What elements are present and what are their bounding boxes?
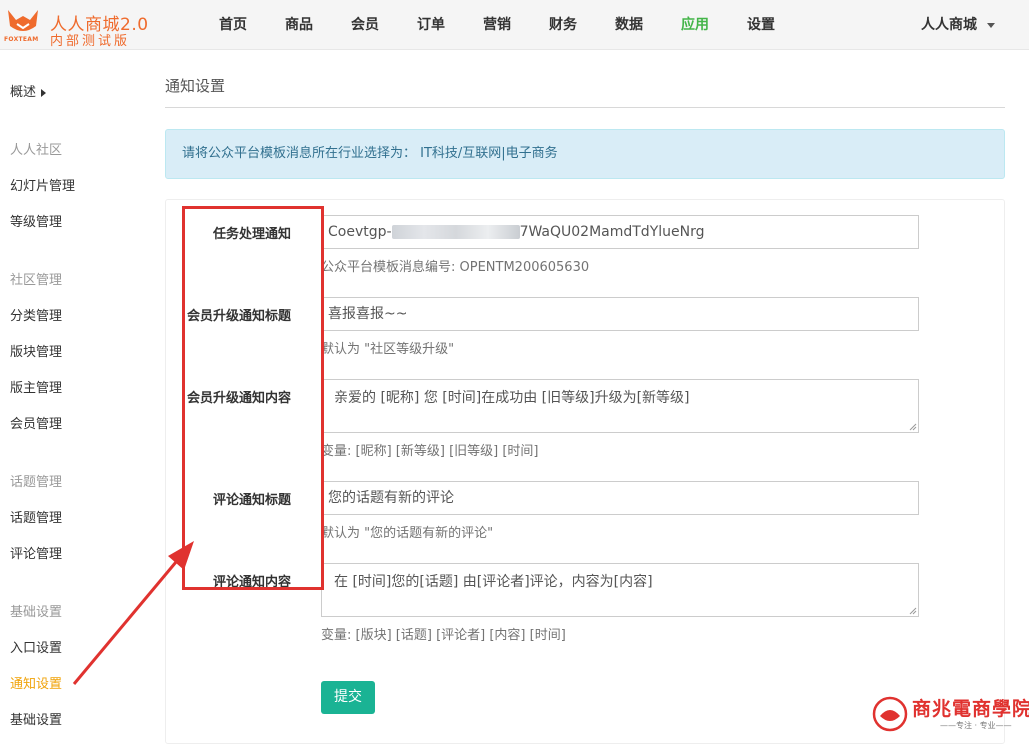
- upgrade-title-help: 默认为 "社区等级升级": [321, 342, 455, 357]
- chevron-down-icon: [987, 22, 995, 28]
- nav-item-apps[interactable]: 应用: [662, 0, 728, 50]
- caret-right-icon: [41, 88, 47, 97]
- sidebar-item-levels[interactable]: 等级管理: [10, 211, 62, 230]
- sidebar-item-slides[interactable]: 幻灯片管理: [10, 175, 75, 194]
- upgrade-content-help: 变量: [昵称] [新等级] [旧等级] [时间]: [321, 444, 539, 459]
- nav-item-goods[interactable]: 商品: [266, 0, 332, 50]
- task-notify-value-suffix: 7WaQU02MamdTdYlueNrg: [519, 224, 705, 240]
- nav-item-data[interactable]: 数据: [596, 0, 662, 50]
- nav-item-finance[interactable]: 财务: [530, 0, 596, 50]
- comment-content-value: 在 [时间]您的[话题] 由[评论者]评论，内容为[内容]: [334, 574, 653, 590]
- nav-item-marketing[interactable]: 营销: [464, 0, 530, 50]
- nav-item-settings[interactable]: 设置: [728, 0, 794, 50]
- sidebar-item-label: 概述: [10, 85, 37, 100]
- top-navbar: 人人商城2.0 内部测试版 FOXTEAM 首页 商品 会员 订单 营销 财务 …: [0, 0, 1029, 50]
- sidebar-item-notify[interactable]: 通知设置: [10, 673, 62, 692]
- sidebar-item-moderators[interactable]: 版主管理: [10, 377, 62, 396]
- resize-handle-icon[interactable]: [909, 607, 917, 615]
- sidebar-group-community-manage: 社区管理: [10, 273, 63, 288]
- upgrade-content-textarea[interactable]: 亲爱的 [昵称] 您 [时间]在成功由 [旧等级]升级为[新等级]: [321, 379, 919, 433]
- sidebar-item-overview[interactable]: 概述: [10, 81, 47, 100]
- sidebar-item-comments[interactable]: 评论管理: [10, 543, 62, 562]
- task-notify-value-prefix: Coevtgp-: [328, 224, 392, 240]
- sidebar-group-topics: 话题管理: [10, 475, 63, 490]
- sidebar-item-boards[interactable]: 版块管理: [10, 341, 62, 360]
- main-nav: 首页 商品 会员 订单 营销 财务 数据 应用 设置: [200, 0, 794, 50]
- annotation-highlight-box: [182, 206, 324, 590]
- sidebar-group-basic: 基础设置: [10, 605, 63, 620]
- nav-item-home[interactable]: 首页: [200, 0, 266, 50]
- info-alert: 请将公众平台模板消息所在行业选择为： IT科技/互联网|电子商务: [165, 129, 1005, 179]
- sidebar-group-community: 人人社区: [10, 143, 63, 158]
- comment-content-help: 变量: [版块] [话题] [评论者] [内容] [时间]: [321, 628, 566, 643]
- brand-logo-text: FOXTEAM: [4, 36, 39, 43]
- watermark-sub: ——专注 · 专业——: [940, 721, 1012, 730]
- resize-handle-icon[interactable]: [909, 423, 917, 431]
- sidebar-item-categories[interactable]: 分类管理: [10, 305, 62, 324]
- sidebar: 概述 人人社区 幻灯片管理 等级管理 社区管理 分类管理 版块管理 版主管理 会…: [0, 50, 150, 739]
- user-menu[interactable]: 人人商城: [921, 0, 995, 50]
- nav-item-members[interactable]: 会员: [332, 0, 398, 50]
- divider: [165, 107, 1005, 108]
- brand-logo[interactable]: 人人商城2.0 内部测试版 FOXTEAM: [4, 6, 154, 49]
- task-notify-input[interactable]: Coevtgp- 7WaQU02MamdTdYlueNrg: [321, 215, 919, 249]
- sidebar-item-topics[interactable]: 话题管理: [10, 507, 62, 526]
- user-menu-label: 人人商城: [921, 17, 977, 33]
- sidebar-item-basic[interactable]: 基础设置: [10, 709, 62, 728]
- watermark: 商兆電商學院 ——专注 · 专业——: [872, 694, 1029, 734]
- comment-title-help: 默认为 "您的话题有新的评论": [321, 526, 494, 541]
- nav-item-orders[interactable]: 订单: [398, 0, 464, 50]
- submit-button[interactable]: 提交: [321, 681, 375, 714]
- comment-title-input[interactable]: 您的话题有新的评论: [321, 481, 919, 515]
- task-notify-help: 公众平台模板消息编号: OPENTM200605630: [321, 260, 590, 275]
- upgrade-content-value: 亲爱的 [昵称] 您 [时间]在成功由 [旧等级]升级为[新等级]: [334, 390, 690, 406]
- redacted-blur: [391, 225, 520, 239]
- watermark-text: 商兆電商學院: [912, 698, 1029, 720]
- watermark-logo-icon: [872, 696, 908, 732]
- comment-content-textarea[interactable]: 在 [时间]您的[话题] 由[评论者]评论，内容为[内容]: [321, 563, 919, 617]
- page-title: 通知设置: [165, 77, 226, 95]
- brand-subtitle: 内部测试版: [50, 34, 131, 49]
- sidebar-item-members[interactable]: 会员管理: [10, 413, 62, 432]
- upgrade-title-input[interactable]: 喜报喜报~~: [321, 297, 919, 331]
- sidebar-item-entry[interactable]: 入口设置: [10, 637, 62, 656]
